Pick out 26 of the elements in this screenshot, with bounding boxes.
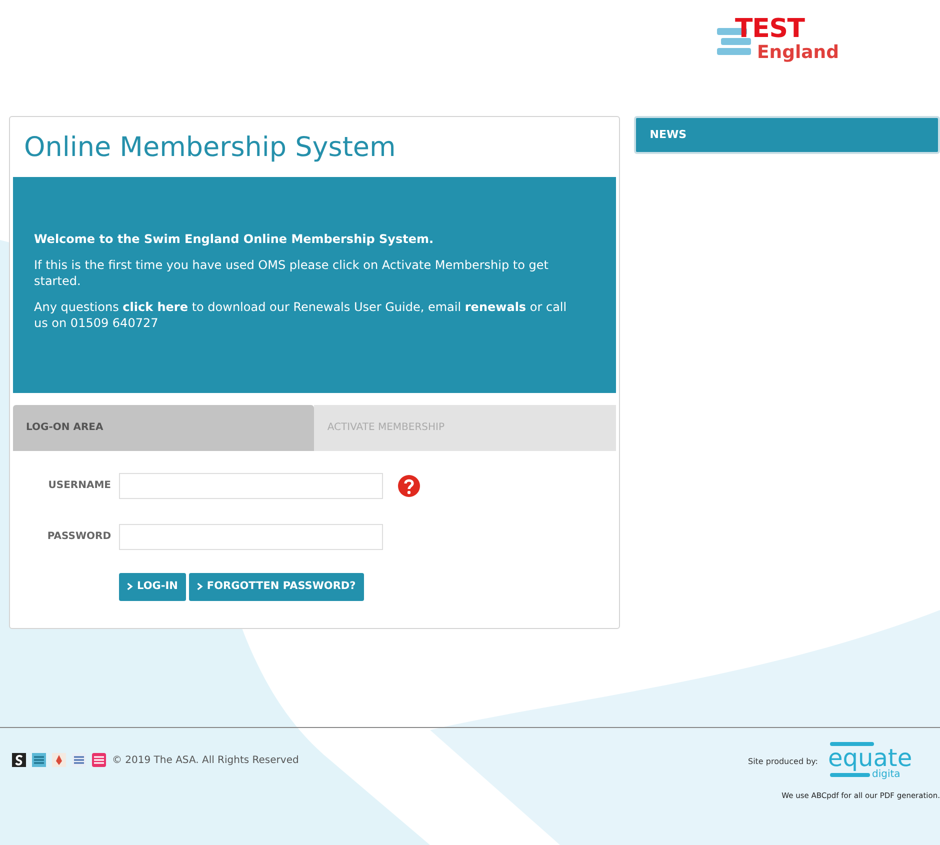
logo-text: England [757, 44, 840, 62]
field-label: USERNAME [47, 479, 111, 494]
flag-logo-icon [72, 753, 86, 767]
test-overlay-text: TEST [735, 16, 804, 42]
input-field[interactable] [119, 524, 383, 550]
card-title: Online Membership System [23, 131, 397, 165]
action-button[interactable]: LOG-IN [119, 572, 186, 601]
diver-logo-icon [52, 753, 66, 767]
chevron-icon [196, 582, 203, 592]
produced-by-text: Site produced by: [748, 756, 818, 768]
chevron-icon [127, 582, 133, 592]
inline-link[interactable]: click here [122, 300, 188, 314]
brand-text: equate [828, 746, 912, 770]
action-button[interactable]: FORGOTTEN PASSWORD? [188, 572, 364, 601]
copyright-text: © 2019 The ASA. All Rights Reserved [112, 754, 299, 768]
s-square-icon [12, 753, 26, 767]
intro-paragraph: Welcome to the Swim England Online Membership System. [34, 230, 435, 247]
intro-paragraph: If this is the first time you have used OMS please click on Activate Membership to get started. [34, 256, 550, 289]
inline-link[interactable]: renewals [464, 300, 526, 314]
intro-paragraph: Any questions click here to download our Renewals User Guide, email renewals or call us on 01509 640727 [34, 298, 568, 331]
tab[interactable]: LOG-ON AREA [13, 404, 314, 451]
brand-subtext: digita [872, 770, 900, 780]
input-field[interactable] [119, 472, 383, 499]
field-label: PASSWORD [46, 530, 111, 544]
help-icon[interactable] [397, 474, 421, 498]
news-title: NEWS [650, 126, 687, 143]
